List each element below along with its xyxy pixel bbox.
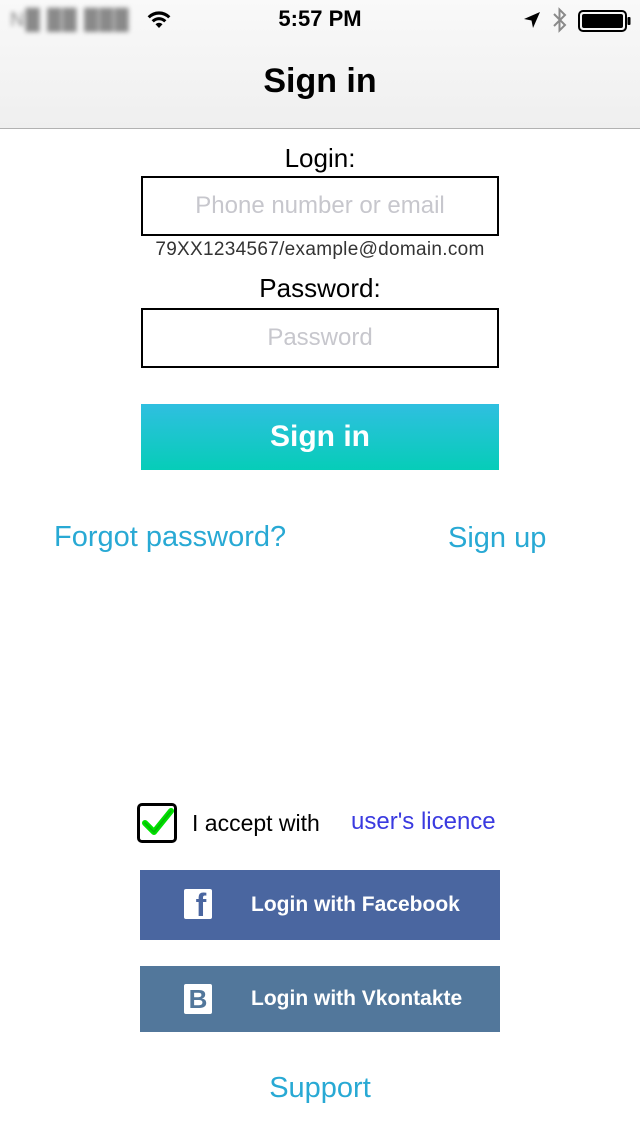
login-format-hint: 79XX1234567/example@domain.com	[155, 239, 485, 260]
vkontakte-icon: B	[184, 984, 212, 1014]
password-label: Password:	[259, 273, 381, 303]
login-input[interactable]	[143, 178, 497, 234]
top-bar: N█ ██ ███ 5:57 PM Sign in	[0, 0, 640, 129]
sign-in-button[interactable]: Sign in	[141, 404, 499, 470]
vkontakte-icon-glyph: B	[188, 984, 208, 1014]
login-field[interactable]	[141, 176, 499, 236]
battery-icon	[578, 10, 631, 32]
location-arrow-icon	[524, 12, 540, 28]
password-field[interactable]	[141, 308, 499, 368]
page-title: Sign in	[263, 62, 377, 100]
login-label: Login:	[284, 143, 356, 173]
forgot-password-link[interactable]: Forgot password?	[54, 521, 286, 554]
login-with-facebook-button[interactable]: f Login with Facebook	[140, 870, 500, 940]
licence-checkbox[interactable]	[137, 803, 177, 843]
bluetooth-icon	[553, 7, 567, 33]
facebook-icon-glyph: f	[195, 889, 207, 919]
status-time: 5:57 PM	[278, 6, 362, 31]
accept-text: I accept with	[192, 810, 320, 836]
support-link[interactable]: Support	[0, 1072, 640, 1105]
facebook-icon: f	[184, 889, 212, 919]
vkontakte-button-label: Login with Vkontakte	[251, 987, 463, 1010]
sign-up-link[interactable]: Sign up	[448, 522, 546, 555]
sign-in-button-label: Sign in	[270, 420, 370, 453]
sign-in-screen: N█ ██ ███ 5:57 PM Sign in Login: 79XX123…	[0, 0, 640, 1136]
checkmark-icon	[142, 808, 174, 835]
login-with-vkontakte-button[interactable]: B Login with Vkontakte	[140, 966, 500, 1032]
password-input[interactable]	[143, 310, 497, 366]
facebook-button-label: Login with Facebook	[251, 893, 460, 916]
users-licence-link[interactable]: user's licence	[351, 808, 496, 836]
